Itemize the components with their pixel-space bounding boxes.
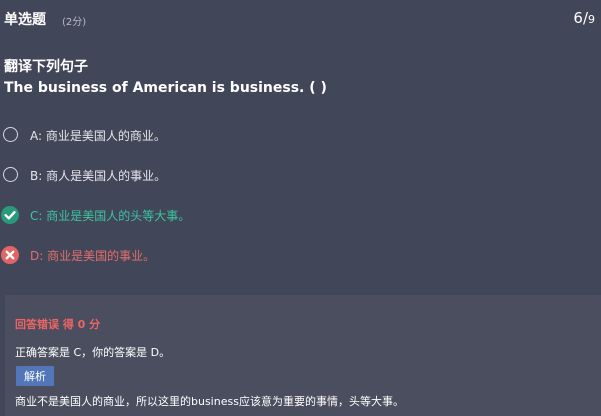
option-a-label: A: 商业是美国人的商业。 xyxy=(30,129,166,143)
answer-verdict: 回答错误 得 0 分 xyxy=(15,318,101,331)
explanation-badge: 解析 xyxy=(16,366,54,386)
question-header: 单选题 (2分) 6/9 xyxy=(0,0,601,40)
quiz-page: 单选题 (2分) 6/9 翻译下列句子 The business of Amer… xyxy=(0,0,601,416)
question-title: 翻译下列句子 xyxy=(4,59,88,75)
correct-answer-line: 正确答案是 C，你的答案是 D。 xyxy=(15,346,171,359)
progress-total: 9 xyxy=(588,13,595,26)
explanation-text: 商业不是美国人的商业，所以这里的business应该意为重要的事情，头等大事。 xyxy=(15,395,404,408)
option-a[interactable]: A: 商业是美国人的商业。 xyxy=(0,124,400,146)
question-type: 单选题 xyxy=(4,12,46,28)
answer-feedback-panel: 回答错误 得 0 分 正确答案是 C，你的答案是 D。 解析 商业不是美国人的商… xyxy=(5,295,601,416)
question-points: (2分) xyxy=(62,17,87,28)
x-circle-icon xyxy=(1,246,19,264)
option-c[interactable]: C: 商业是美国人的头等大事。 xyxy=(0,204,400,226)
option-d-label: D: 商业是美国的事业。 xyxy=(30,249,156,263)
option-d[interactable]: D: 商业是美国的事业。 xyxy=(0,244,400,266)
progress-current: 6 xyxy=(573,9,583,27)
check-circle-icon xyxy=(1,206,19,224)
radio-circle-icon xyxy=(1,126,19,144)
option-b-label: B: 商人是美国人的事业。 xyxy=(30,169,167,183)
question-progress: 6/9 xyxy=(573,8,595,27)
option-b[interactable]: B: 商人是美国人的事业。 xyxy=(0,164,400,186)
option-c-label: C: 商业是美国人的头等大事。 xyxy=(30,209,191,223)
question-sentence: The business of American is business. ( … xyxy=(4,80,327,96)
radio-circle-icon xyxy=(1,166,19,184)
